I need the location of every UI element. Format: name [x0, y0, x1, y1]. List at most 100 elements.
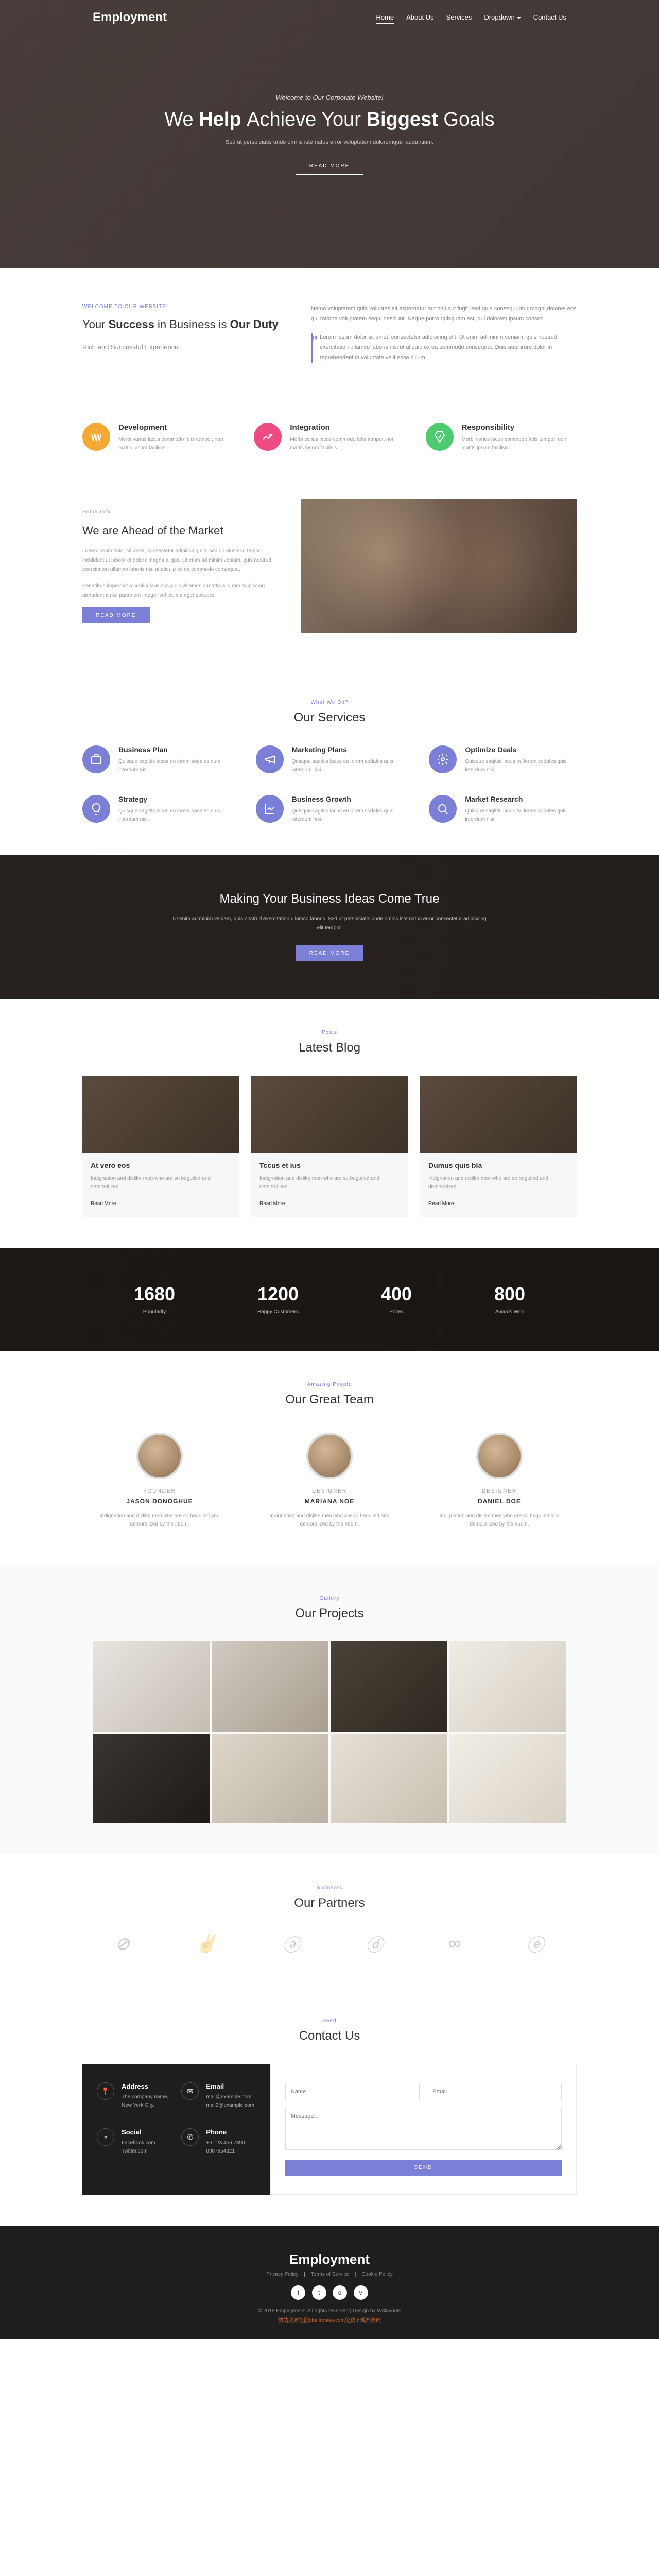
facebook-icon[interactable]: f — [291, 2285, 305, 2300]
chevron-down-icon — [517, 17, 521, 19]
stats-section: 1680Popularity 1200Happy Customers 400Pr… — [0, 1248, 659, 1351]
member-name: JASON DONOGHUE — [88, 1498, 232, 1505]
ahead-cta-button[interactable]: Read More — [82, 607, 150, 623]
email-input[interactable] — [427, 2083, 562, 2100]
message-input[interactable] — [285, 2108, 562, 2150]
hero-desc: Sed ut perspiciatis unde omnis iste natu… — [164, 139, 494, 145]
logo[interactable]: Employment — [93, 10, 167, 25]
main-nav: Home About Us Services Dropdown Contact … — [376, 13, 566, 22]
blog-card: Dumus quis blaIndignation and dislike me… — [420, 1076, 577, 1217]
ahead-eyebrow: Some Info — [82, 507, 280, 517]
cta-button[interactable]: Read More — [296, 945, 363, 961]
name-input[interactable] — [285, 2083, 420, 2100]
intro-heading: Your Success in Business is Our Duty — [82, 317, 280, 333]
blog-card: At vero eosIndignation and dislike men w… — [82, 1076, 239, 1217]
project-thumb[interactable] — [212, 1641, 328, 1732]
ahead-title: We are Ahead of the Market — [82, 524, 280, 537]
dribbble-icon[interactable]: d — [333, 2285, 347, 2300]
feature-title: Development — [118, 423, 233, 432]
nav-home[interactable]: Home — [376, 13, 394, 24]
ahead-image — [301, 499, 577, 633]
feature-integration: IntegrationMorbi varius lacus commodo fe… — [254, 423, 405, 452]
ahead-section: Some Info We are Ahead of the Market Lor… — [82, 483, 577, 669]
contact-address: 📍AddressThe company name,New York City. — [97, 2082, 171, 2110]
team-member: DESIGNERDANIEL DOEIndignation and dislik… — [422, 1428, 577, 1534]
project-thumb[interactable] — [449, 1734, 566, 1824]
partner-logo: ∞ — [448, 1934, 461, 1954]
contact-email: ✉Emailmail@example.commail2@example.com — [181, 2082, 255, 2110]
blog-post-desc: Indignation and dislike men who are so b… — [420, 1175, 577, 1198]
ci-heading: Email — [206, 2082, 254, 2090]
phone-icon: ✆ — [181, 2128, 199, 2146]
hero-section: Welcome to Our Corporate Website! We Hel… — [0, 0, 659, 268]
blog-read-more-link[interactable]: Read More — [82, 1201, 124, 1207]
stat-label: Happy Customers — [257, 1309, 299, 1315]
blog-image — [420, 1076, 577, 1153]
nav-dropdown[interactable]: Dropdown — [484, 13, 521, 21]
nav-contact[interactable]: Contact Us — [533, 13, 566, 21]
hero-title: We Help Achieve Your Biggest Goals — [164, 109, 494, 131]
blog-read-more-link[interactable]: Read More — [251, 1201, 293, 1207]
service-desc: Quisque sagittis lacus eu lorem sodales … — [118, 758, 230, 774]
project-thumb[interactable] — [93, 1641, 210, 1732]
footer-social: f t d v — [0, 2285, 659, 2300]
blog-read-more-link[interactable]: Read More — [420, 1201, 462, 1207]
intro-paragraph: Nemo voluptatem quia voluptas sit aspern… — [311, 304, 577, 325]
projects-section: Gallery Our Projects — [0, 1565, 659, 1854]
service-title: Business Growth — [292, 795, 404, 803]
team-member: FOUNDERJASON DONOGHUEIndignation and dis… — [82, 1428, 237, 1534]
blog-post-title: Tccus et ius — [251, 1153, 408, 1175]
send-button[interactable]: Send — [285, 2160, 562, 2176]
service-desc: Quisque sagittis lacus eu lorem sodales … — [292, 758, 404, 774]
stat-label: Prizes — [381, 1309, 412, 1315]
twitter-icon[interactable]: t — [312, 2285, 326, 2300]
megaphone-icon — [256, 745, 284, 773]
partner-logo: ⊘ — [115, 1934, 130, 1954]
contact-eyebrow: Send — [82, 2018, 577, 2024]
blog-post-title: At vero eos — [82, 1153, 239, 1175]
development-icon — [82, 423, 110, 451]
project-thumb[interactable] — [212, 1734, 328, 1824]
features-section: DevelopmentMorbi varius lacus commodo fe… — [82, 408, 577, 483]
project-thumb[interactable] — [331, 1734, 447, 1824]
partner-logo: ⓓ — [366, 1931, 383, 1956]
contact-info-panel: 📍AddressThe company name,New York City. … — [82, 2064, 270, 2195]
projects-title: Our Projects — [93, 1606, 566, 1621]
member-name: MARIANA NOE — [257, 1498, 402, 1505]
avatar — [476, 1433, 523, 1479]
partners-title: Our Partners — [82, 1896, 577, 1910]
service-research: Market ResearchQuisque sagittis lacus eu… — [429, 795, 577, 824]
nav-about[interactable]: About Us — [406, 13, 433, 21]
service-desc: Quisque sagittis lacus eu lorem sodales … — [465, 807, 577, 824]
service-title: Optimize Deals — [465, 745, 577, 754]
contact-section: Send Contact Us 📍AddressThe company name… — [82, 1987, 577, 2226]
vk-icon[interactable]: v — [354, 2285, 368, 2300]
project-thumb[interactable] — [449, 1641, 566, 1732]
footer-brand: Employment — [0, 2251, 659, 2267]
stat-number: 1680 — [134, 1283, 175, 1305]
cta-banner: Making Your Business Ideas Come True Ut … — [0, 855, 659, 999]
contact-phone: ✆Phone+0 123 456 78900987654321 — [181, 2128, 255, 2156]
responsibility-icon — [426, 423, 454, 451]
project-thumb[interactable] — [93, 1734, 210, 1824]
blog-title: Latest Blog — [82, 1041, 577, 1055]
stat-label: Popularity — [134, 1309, 175, 1315]
stat-awards: 800Awards Won — [494, 1283, 525, 1315]
gear-icon — [429, 745, 457, 773]
stat-popularity: 1680 Popularity — [134, 1283, 175, 1315]
nav-services[interactable]: Services — [446, 13, 472, 21]
search-icon — [429, 795, 457, 823]
service-desc: Quisque sagittis lacus eu lorem sodales … — [465, 758, 577, 774]
blog-image — [82, 1076, 239, 1153]
contact-form: Send — [270, 2064, 577, 2195]
avatar — [136, 1433, 183, 1479]
partner-logo: ⓐ — [283, 1931, 300, 1956]
ahead-p1: Lorem ipsum dolor sit amet, consectetur … — [82, 547, 280, 574]
mail-icon: ✉ — [181, 2082, 199, 2100]
share-icon: ⚬ — [97, 2128, 114, 2146]
project-thumb[interactable] — [331, 1641, 447, 1732]
chart-icon — [256, 795, 284, 823]
hero-cta-button[interactable]: Read More — [296, 158, 364, 175]
service-desc: Quisque sagittis lacus eu lorem sodales … — [292, 807, 404, 824]
site-header: Employment Home About Us Services Dropdo… — [0, 0, 659, 35]
